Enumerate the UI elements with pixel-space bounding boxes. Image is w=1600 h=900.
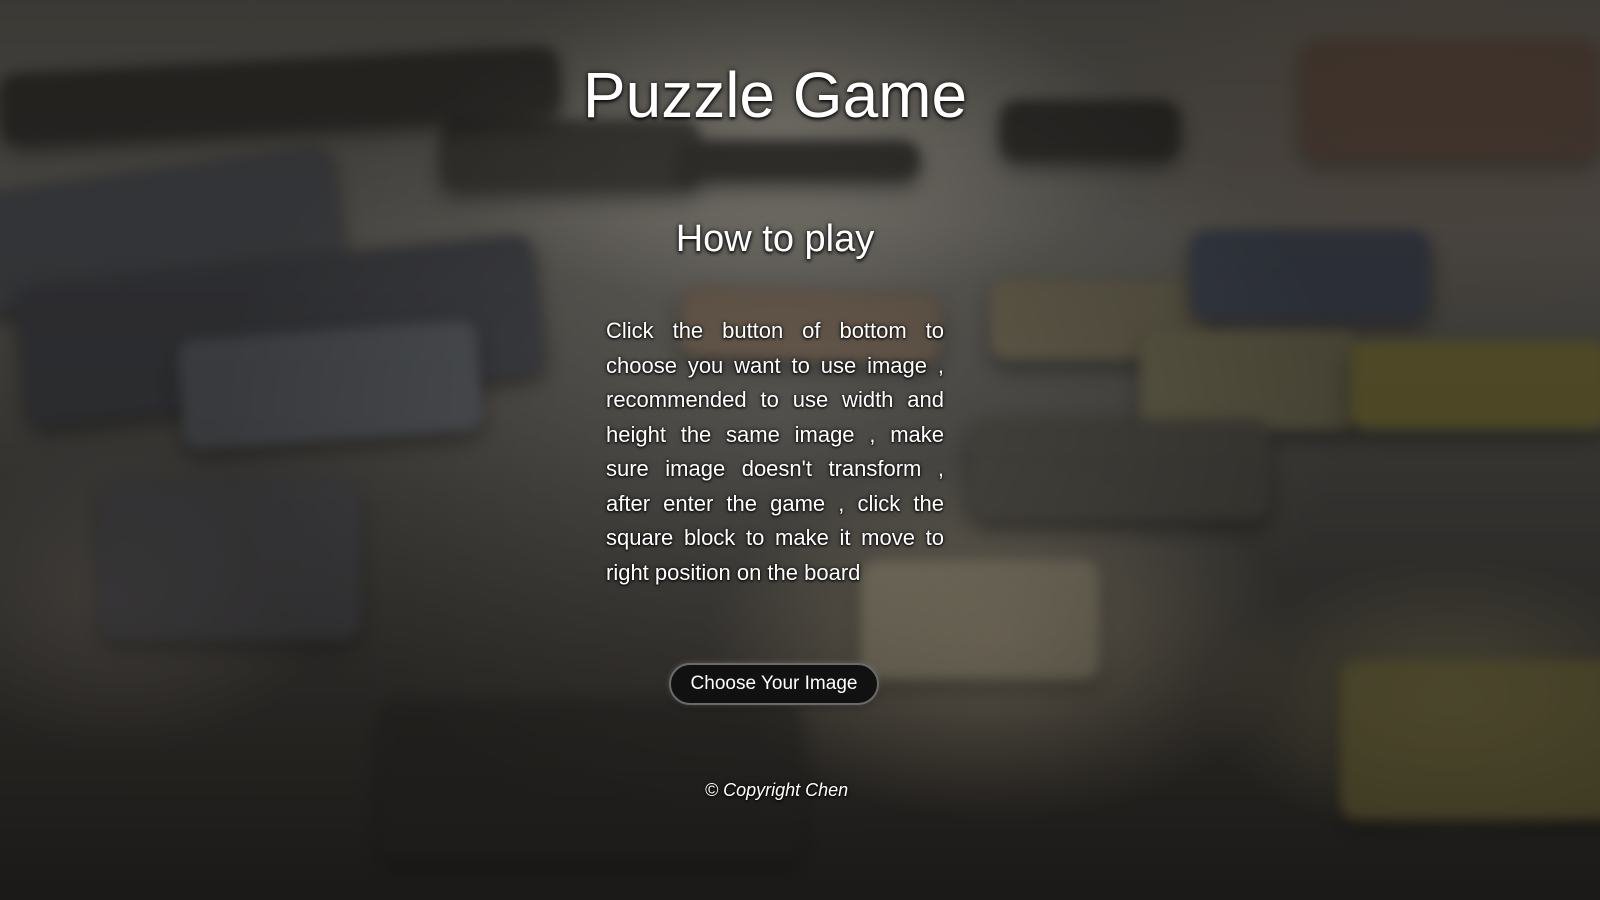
page-title: Puzzle Game (582, 59, 968, 131)
choose-image-button[interactable]: Choose Your Image (669, 663, 879, 705)
page-root: Puzzle Game How to play Click the button… (0, 0, 1600, 900)
copyright-text: © Copyright Chen (704, 780, 849, 800)
main-content: Puzzle Game How to play Click the button… (0, 0, 1600, 900)
how-to-play-heading: How to play (675, 218, 875, 260)
how-to-play-text: Click the button of bottom to choose you… (606, 318, 944, 585)
